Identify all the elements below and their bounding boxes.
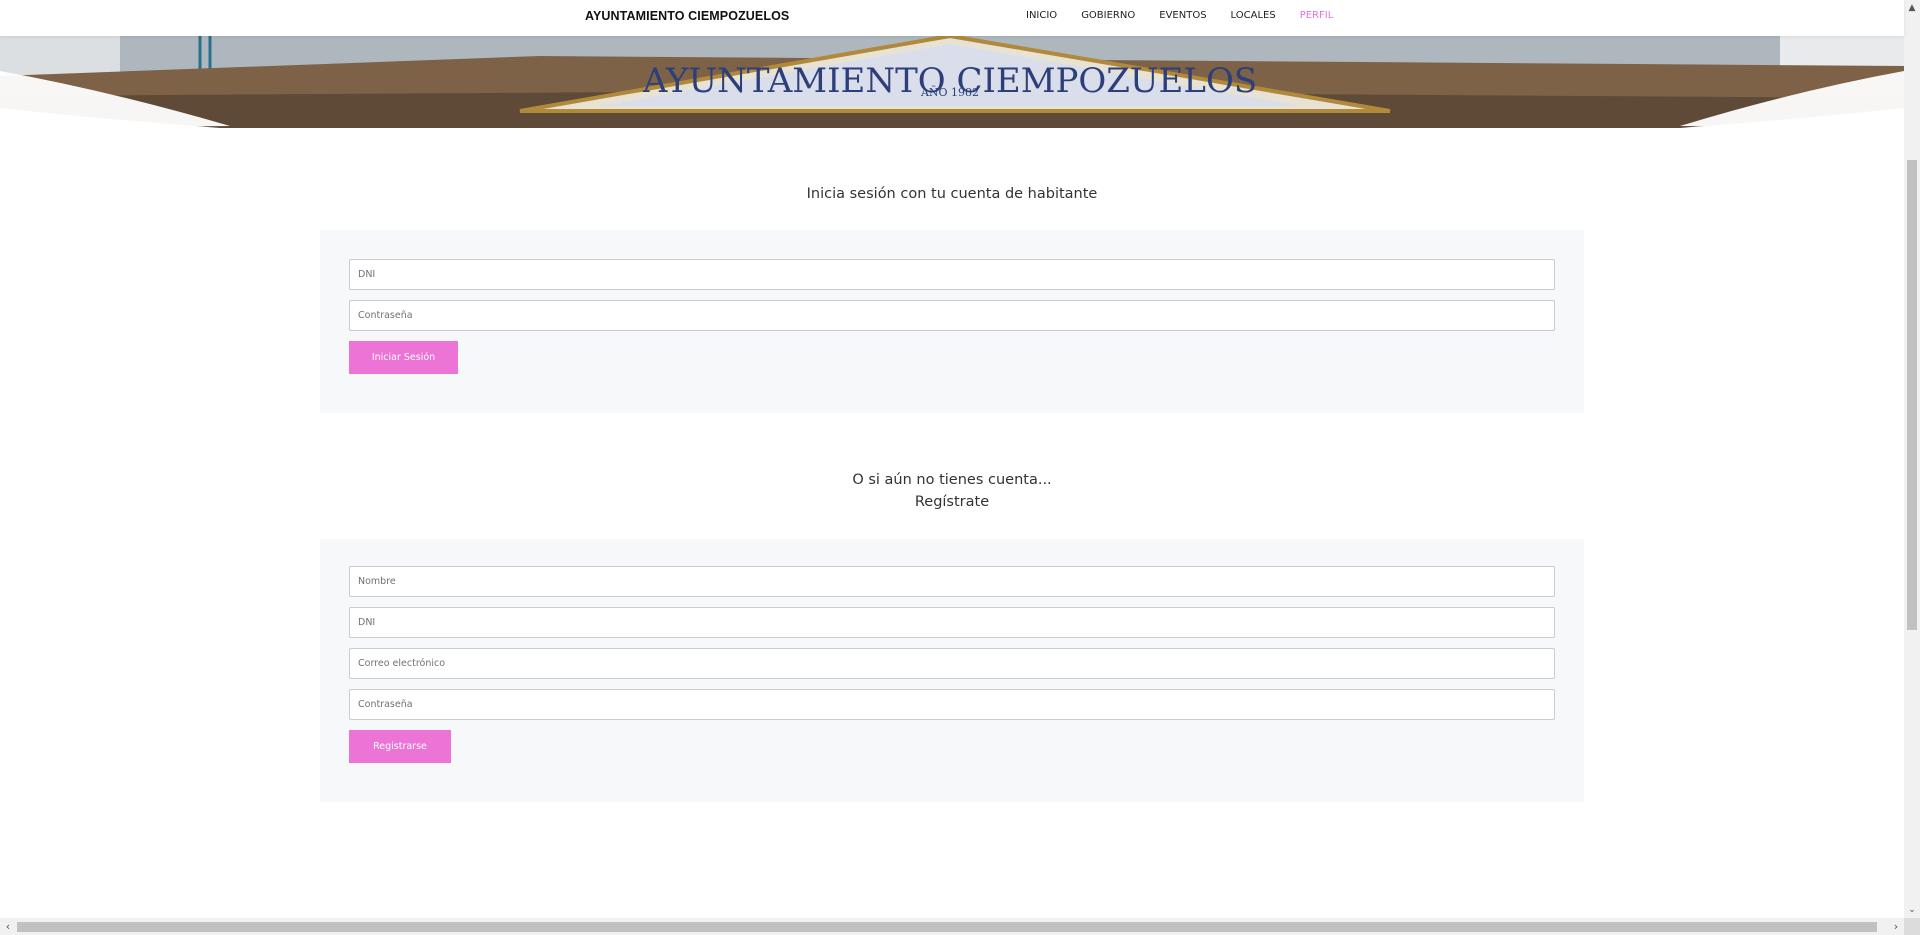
vertical-scrollbar[interactable]: ▲ ⌄ (1904, 0, 1920, 918)
login-dni-input[interactable] (349, 259, 1555, 290)
nav-link-perfil[interactable]: PERFIL (1300, 10, 1334, 21)
horizontal-scrollbar[interactable]: ‹ › (0, 918, 1904, 935)
nav-link-gobierno[interactable]: GOBIERNO (1081, 10, 1135, 21)
scroll-right-icon[interactable]: › (1888, 918, 1904, 935)
nav-link-eventos[interactable]: EVENTOS (1159, 10, 1206, 21)
nav-link-locales[interactable]: LOCALES (1231, 10, 1276, 21)
login-panel: Iniciar Sesión (320, 230, 1584, 413)
register-password-input[interactable] (349, 689, 1555, 720)
top-navbar: AYUNTAMIENTO CIEMPOZUELOS INICIO GOBIERN… (0, 0, 1904, 36)
hero-banner: AYUNTAMIENTO CIEMPOZUELOS AÑO 1982 (0, 36, 1904, 128)
scroll-left-icon[interactable]: ‹ (0, 918, 16, 935)
login-submit-button[interactable]: Iniciar Sesión (349, 341, 458, 374)
register-email-input[interactable] (349, 648, 1555, 679)
vertical-scroll-thumb[interactable] (1907, 160, 1917, 630)
scroll-up-icon[interactable]: ▲ (1904, 0, 1920, 16)
login-password-input[interactable] (349, 300, 1555, 331)
scroll-down-icon[interactable]: ⌄ (1904, 902, 1920, 918)
nav-menu: INICIO GOBIERNO EVENTOS LOCALES PERFIL (1026, 10, 1357, 21)
register-submit-button[interactable]: Registrarse (349, 730, 451, 763)
register-dni-input[interactable] (349, 607, 1555, 638)
register-title-line2: Regístrate (914, 494, 990, 510)
horizontal-scroll-thumb[interactable] (17, 922, 1877, 932)
register-name-input[interactable] (349, 566, 1555, 597)
login-title: Inicia sesión con tu cuenta de habitante (806, 186, 1098, 202)
site-brand[interactable]: AYUNTAMIENTO CIEMPOZUELOS (585, 9, 789, 23)
scrollbar-corner (1904, 918, 1920, 935)
register-panel: Registrarse (320, 539, 1584, 802)
nav-link-inicio[interactable]: INICIO (1026, 10, 1057, 21)
hero-image: AYUNTAMIENTO CIEMPOZUELOS AÑO 1982 (0, 36, 1904, 128)
hero-sign-year: AÑO 1982 (920, 85, 979, 99)
register-title-line1: O si aún no tienes cuenta... (852, 472, 1052, 488)
